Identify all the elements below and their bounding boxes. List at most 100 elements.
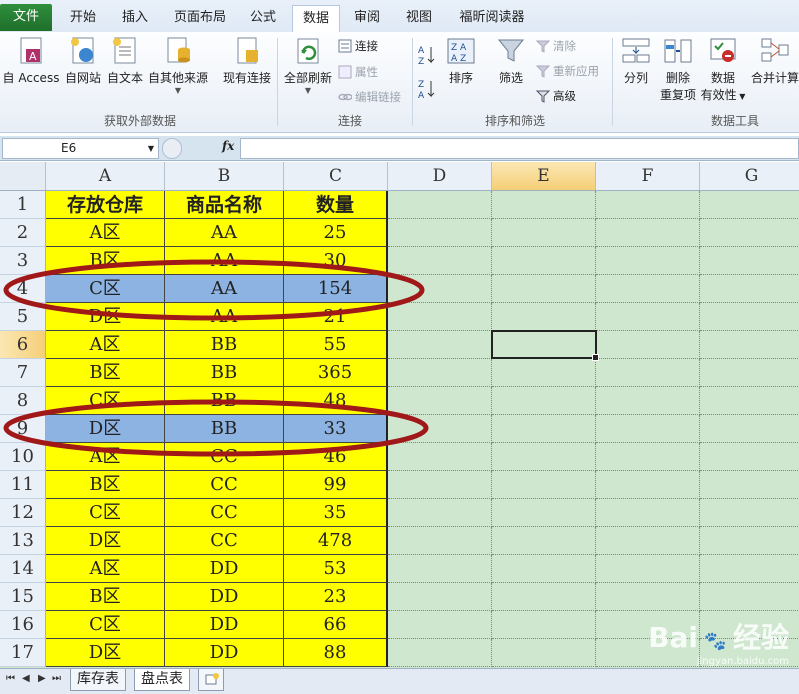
cell-g6[interactable]	[700, 331, 799, 359]
row-header[interactable]: 11	[0, 471, 46, 499]
from-other-sources-button[interactable]: 自其他来源 ▼	[147, 36, 209, 95]
row-header[interactable]: 15	[0, 583, 46, 611]
cell-c13[interactable]: 478	[284, 527, 388, 555]
cell-a7[interactable]: B区	[46, 359, 165, 387]
row-header[interactable]: 8	[0, 387, 46, 415]
cell-e3[interactable]	[492, 247, 596, 275]
formula-bar-resize-handle[interactable]	[162, 138, 182, 159]
cell-a11[interactable]: B区	[46, 471, 165, 499]
column-header-a[interactable]: A	[46, 162, 165, 190]
cell-g1[interactable]	[700, 191, 799, 219]
cell-b13[interactable]: CC	[165, 527, 284, 555]
cell-a10[interactable]: A区	[46, 443, 165, 471]
cell-d4[interactable]	[388, 275, 492, 303]
cell-g9[interactable]	[700, 415, 799, 443]
cell-b9[interactable]: BB	[165, 415, 284, 443]
first-sheet-icon[interactable]: ⏮	[6, 673, 15, 684]
tab-formulas[interactable]: 公式	[240, 5, 286, 31]
row-header[interactable]: 16	[0, 611, 46, 639]
cell-b3[interactable]: AA	[165, 247, 284, 275]
cell-f10[interactable]	[596, 443, 700, 471]
cell-a3[interactable]: B区	[46, 247, 165, 275]
cell-e13[interactable]	[492, 527, 596, 555]
cell-c15[interactable]: 23	[284, 583, 388, 611]
sheet-tab-stocktake[interactable]: 盘点表	[134, 669, 190, 691]
data-validation-button[interactable]: 数据 有效性 ▼	[700, 36, 746, 103]
cell-f12[interactable]	[596, 499, 700, 527]
cell-b5[interactable]: AA	[165, 303, 284, 331]
cell-d3[interactable]	[388, 247, 492, 275]
cell-b7[interactable]: BB	[165, 359, 284, 387]
cell-f14[interactable]	[596, 555, 700, 583]
cell-f3[interactable]	[596, 247, 700, 275]
cell-c11[interactable]: 99	[284, 471, 388, 499]
chevron-down-icon[interactable]: ▼	[148, 139, 154, 158]
cell-g13[interactable]	[700, 527, 799, 555]
cell-f15[interactable]	[596, 583, 700, 611]
row-header[interactable]: 3	[0, 247, 46, 275]
cell-a17[interactable]: D区	[46, 639, 165, 667]
cell-e1[interactable]	[492, 191, 596, 219]
filter-button[interactable]: 筛选	[492, 36, 530, 86]
cell-d8[interactable]	[388, 387, 492, 415]
cell-c12[interactable]: 35	[284, 499, 388, 527]
tab-review[interactable]: 审阅	[344, 5, 390, 31]
worksheet-grid[interactable]: A B C D E F G 1 存放仓库 商品名称 数量 2 A区 AA 25 3 B区 A…	[0, 162, 799, 668]
cell-g14[interactable]	[700, 555, 799, 583]
cell-d5[interactable]	[388, 303, 492, 331]
row-header[interactable]: 12	[0, 499, 46, 527]
row-header[interactable]: 1	[0, 191, 46, 219]
cell-a8[interactable]: C区	[46, 387, 165, 415]
cell-a9[interactable]: D区	[46, 415, 165, 443]
tab-page-layout[interactable]: 页面布局	[165, 5, 235, 31]
last-sheet-icon[interactable]: ⏭	[52, 673, 61, 684]
reapply-button[interactable]: 重新应用	[536, 63, 599, 79]
cell-f8[interactable]	[596, 387, 700, 415]
cell-g5[interactable]	[700, 303, 799, 331]
tab-home[interactable]: 开始	[60, 5, 106, 31]
remove-duplicates-button[interactable]: 删除 重复项	[658, 36, 698, 103]
column-header-c[interactable]: C	[284, 162, 388, 190]
cell-e12[interactable]	[492, 499, 596, 527]
row-header[interactable]: 17	[0, 639, 46, 667]
cell-e9[interactable]	[492, 415, 596, 443]
cell-g12[interactable]	[700, 499, 799, 527]
connections-button[interactable]: 连接	[338, 38, 378, 54]
cell-b6[interactable]: BB	[165, 331, 284, 359]
consolidate-button[interactable]: 合并计算	[750, 36, 799, 86]
cell-c7[interactable]: 365	[284, 359, 388, 387]
cell-c5[interactable]: 21	[284, 303, 388, 331]
tab-insert[interactable]: 插入	[112, 5, 158, 31]
cell-f2[interactable]	[596, 219, 700, 247]
cell-g10[interactable]	[700, 443, 799, 471]
cell-f13[interactable]	[596, 527, 700, 555]
cell-b8[interactable]: BB	[165, 387, 284, 415]
cell-a4[interactable]: C区	[46, 275, 165, 303]
cell-d7[interactable]	[388, 359, 492, 387]
cell-a1[interactable]: 存放仓库	[46, 191, 165, 219]
select-all-corner[interactable]	[0, 162, 46, 190]
cell-a13[interactable]: D区	[46, 527, 165, 555]
cell-f4[interactable]	[596, 275, 700, 303]
column-header-e[interactable]: E	[492, 162, 596, 190]
cell-f7[interactable]	[596, 359, 700, 387]
cell-e17[interactable]	[492, 639, 596, 667]
cell-g2[interactable]	[700, 219, 799, 247]
advanced-filter-button[interactable]: 高级	[536, 88, 576, 104]
column-header-b[interactable]: B	[165, 162, 284, 190]
cell-b16[interactable]: DD	[165, 611, 284, 639]
cell-b15[interactable]: DD	[165, 583, 284, 611]
row-header[interactable]: 6	[0, 331, 46, 359]
cell-b17[interactable]: DD	[165, 639, 284, 667]
sort-ascending-button[interactable]: AZ	[418, 44, 436, 66]
from-web-button[interactable]: 自网站	[63, 36, 103, 86]
cell-a14[interactable]: A区	[46, 555, 165, 583]
row-header[interactable]: 4	[0, 275, 46, 303]
cell-f11[interactable]	[596, 471, 700, 499]
cell-a5[interactable]: D区	[46, 303, 165, 331]
cell-d14[interactable]	[388, 555, 492, 583]
cell-c16[interactable]: 66	[284, 611, 388, 639]
row-header[interactable]: 13	[0, 527, 46, 555]
function-icon[interactable]: fx	[222, 139, 234, 153]
cell-a12[interactable]: C区	[46, 499, 165, 527]
